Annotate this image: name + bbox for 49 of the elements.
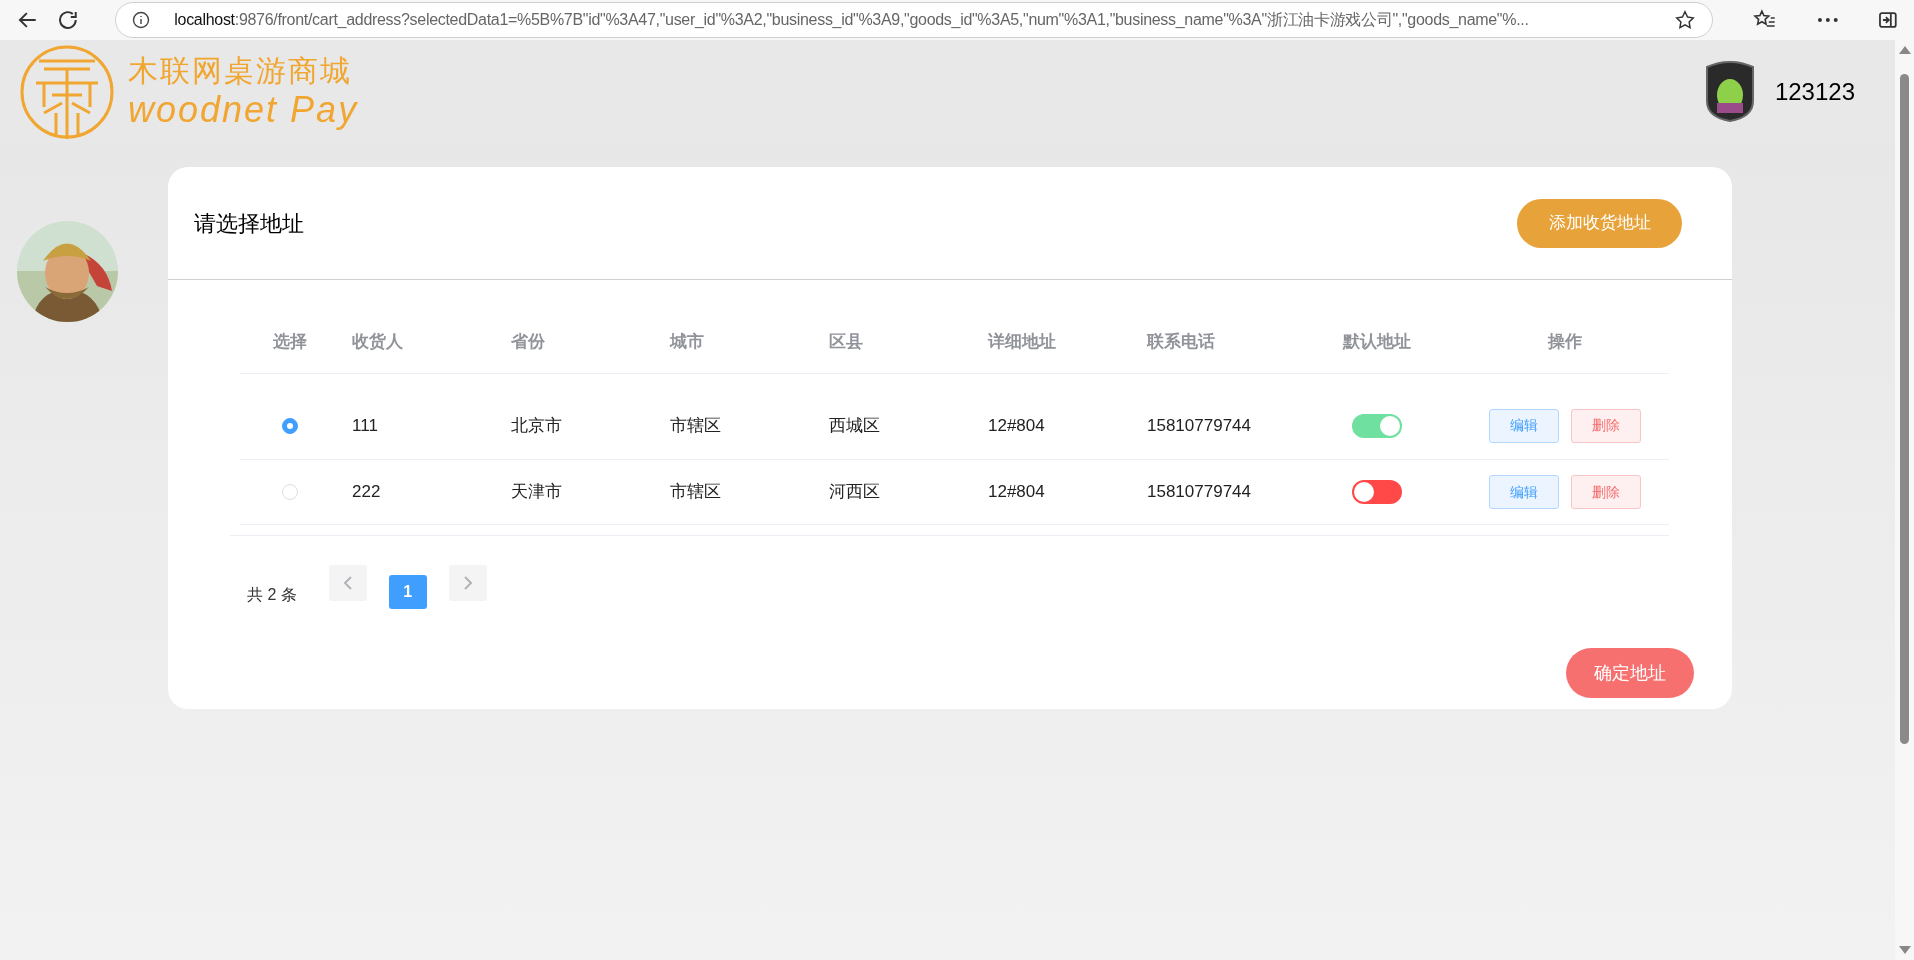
prev-page-button[interactable] — [328, 565, 367, 601]
username: 123123 — [1774, 76, 1855, 107]
table-cell-text: 15810779744 — [1147, 481, 1251, 504]
table-cell-text: 12#804 — [988, 481, 1045, 504]
column-header: 操作 — [1547, 330, 1582, 353]
default-switch[interactable] — [1352, 413, 1402, 438]
delete-button[interactable]: 删除 — [1570, 475, 1641, 509]
table-cell-text: 市辖区 — [670, 481, 721, 504]
page-button[interactable]: 1 — [388, 575, 427, 609]
radio-button[interactable] — [282, 417, 298, 434]
table-cell-text: 15810779744 — [1147, 414, 1251, 437]
edit-button[interactable]: 编辑 — [1488, 408, 1559, 443]
total-count: 共 2 条 — [247, 585, 297, 605]
table-cell-text: 天津市 — [511, 481, 562, 504]
url-text: localhost:9876/front/cart_address?selectedData1=%5B%7B"id"%3A47,"user_id"%3A2,"business_id"%3A9,"goods_id"%3A5,"num"%3A1,"business_name"%3A"浙江油卡游戏公司","goods_name"%... — [174, 10, 1529, 30]
table-cell-text: 河西区 — [829, 481, 880, 504]
table-cell-text: 西城区 — [829, 414, 880, 437]
column-header: 联系电话 — [1147, 330, 1215, 353]
scroll-up-icon[interactable] — [1898, 46, 1911, 54]
column-header: 城市 — [670, 330, 704, 353]
column-header: 收货人 — [352, 330, 403, 353]
more-icon[interactable] — [1816, 17, 1839, 23]
delete-button[interactable]: 删除 — [1570, 408, 1641, 443]
column-header: 区县 — [829, 330, 863, 353]
address-bar[interactable]: localhost:9876/front/cart_address?selectedData1=%5B%7B"id"%3A47,"user_id"%3A2,"business_id"%3A9,"goods_id"%3A5,"num"%3A1,"business_name"%3A"浙江油卡游戏公司","goods_name"%... — [115, 2, 1713, 38]
logo-title: 木联网桌游商城 — [128, 55, 353, 86]
info-icon — [132, 11, 151, 29]
logo-subtitle: woodnet Pay — [128, 91, 359, 128]
table-cell-text: 市辖区 — [670, 414, 721, 437]
add-address-button[interactable]: 添加收货地址 — [1517, 198, 1682, 248]
sidebar-icon[interactable] — [1878, 10, 1898, 30]
chevron-left-icon — [342, 576, 353, 590]
column-header: 选择 — [273, 330, 307, 353]
card-title: 请选择地址 — [194, 209, 304, 238]
star-icon[interactable] — [1673, 9, 1696, 31]
next-page-button[interactable] — [448, 565, 487, 601]
scroll-down-icon[interactable] — [1898, 946, 1911, 954]
table-cell-text: 北京市 — [511, 414, 562, 437]
edit-button[interactable]: 编辑 — [1488, 475, 1559, 509]
table-cell-text: 12#804 — [988, 414, 1045, 437]
column-header: 详细地址 — [988, 330, 1056, 353]
default-switch[interactable] — [1352, 480, 1402, 504]
column-header: 省份 — [511, 330, 545, 353]
column-header: 默认地址 — [1343, 330, 1411, 353]
chevron-right-icon — [462, 576, 473, 590]
confirm-address-button[interactable]: 确定地址 — [1566, 648, 1694, 698]
scrollbar-thumb[interactable] — [1900, 74, 1909, 744]
table-cell-text: 111 — [352, 414, 378, 437]
table-cell-text: 222 — [352, 481, 381, 504]
